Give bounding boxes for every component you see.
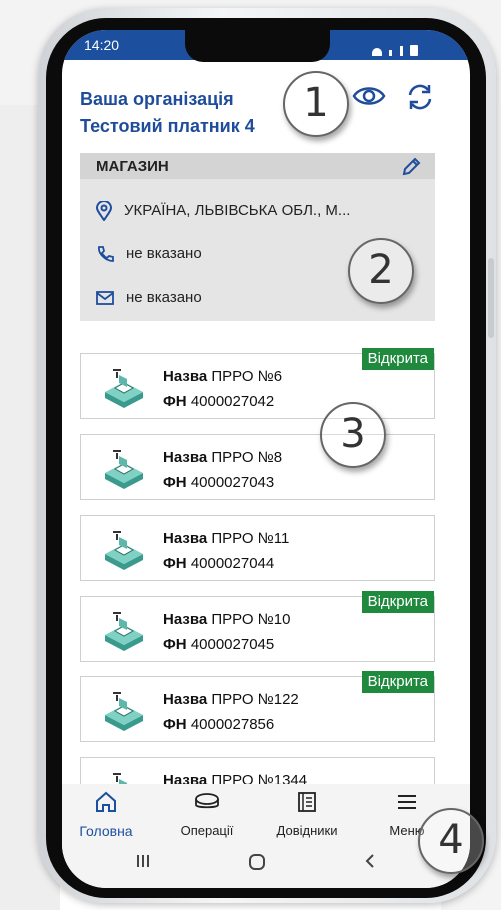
- signal-icon: [389, 50, 393, 56]
- refresh-icon[interactable]: [405, 82, 435, 112]
- register-fn-label: ФН: [163, 555, 187, 572]
- book-icon: [298, 792, 316, 812]
- register-name-label: Назва: [163, 368, 208, 385]
- system-navigation-bar: [62, 840, 470, 888]
- store-phone-row: не вказано: [96, 245, 202, 263]
- bottom-navigation: Головна Операції Довідники Меню: [62, 784, 470, 840]
- cash-register-icon: [105, 692, 143, 731]
- register-name: ПРРО №8: [211, 449, 283, 466]
- nav-directories-label: Довідники: [276, 823, 338, 838]
- register-name-line: Назва ПРРО №8: [163, 449, 282, 466]
- register-fn-line: ФН 4000027042: [163, 393, 274, 410]
- register-name-label: Назва: [163, 449, 208, 466]
- register-name: ПРРО №6: [211, 368, 283, 385]
- home-icon: [96, 791, 116, 812]
- cash-register-icon: [105, 369, 143, 408]
- register-name-label: Назва: [163, 611, 208, 628]
- menu-icon: [398, 795, 416, 809]
- camera-notch: [185, 30, 330, 62]
- phone-icon: [98, 246, 114, 262]
- battery-icon: [410, 45, 419, 56]
- eye-icon[interactable]: [352, 82, 386, 110]
- register-name-line: Назва ПРРО №11: [163, 530, 289, 547]
- store-phone: не вказано: [126, 245, 202, 262]
- register-fn-label: ФН: [163, 636, 187, 653]
- store-email: не вказано: [126, 289, 202, 306]
- cash-register-icon: [105, 450, 143, 489]
- register-fn-label: ФН: [163, 716, 187, 733]
- status-time: 14:20: [84, 37, 120, 53]
- nav-home[interactable]: Головна: [62, 790, 156, 839]
- status-bar: 14:20: [62, 30, 470, 62]
- status-icons: [372, 38, 432, 56]
- register-card[interactable]: Назва ПРРО №11 ФН 4000027044: [80, 515, 435, 581]
- cash-register-icon: [105, 612, 143, 651]
- register-name: ПРРО №10: [211, 611, 291, 628]
- register-name: ПРРО №122: [211, 691, 299, 708]
- organization-header: Ваша організація Тестовий платник 4: [80, 86, 255, 140]
- register-card[interactable]: Назва ПРРО №10 ФН 4000027045 Відкрита: [80, 591, 435, 662]
- store-address-row: УКРАЇНА, ЛЬВІВСЬКА ОБЛ., М...: [95, 200, 351, 222]
- register-fn: 4000027043: [190, 474, 275, 491]
- register-card[interactable]: Назва ПРРО №122 ФН 4000027856 Відкрита: [80, 671, 435, 742]
- cash-register-icon: [105, 531, 143, 570]
- register-status-badge: Відкрита: [361, 348, 434, 370]
- callout-marker: 1: [283, 71, 349, 137]
- register-fn-label: ФН: [163, 474, 187, 491]
- store-email-row: не вказано: [96, 289, 202, 306]
- mail-icon: [96, 291, 114, 305]
- recent-apps-icon[interactable]: [134, 852, 152, 870]
- app-screen: 14:20 Ваша організація Тестовий платник …: [62, 30, 470, 888]
- register-fn: 4000027856: [190, 716, 275, 733]
- register-name-line: Назва ПРРО №6: [163, 368, 282, 385]
- wifi-icon: [372, 48, 382, 56]
- register-fn-line: ФН 4000027044: [163, 555, 274, 572]
- register-fn-label: ФН: [163, 393, 187, 410]
- register-fn-line: ФН 4000027043: [163, 474, 274, 491]
- register-name-label: Назва: [163, 530, 208, 547]
- register-name-line: Назва ПРРО №10: [163, 611, 290, 628]
- nav-directories[interactable]: Довідники: [257, 790, 357, 838]
- callout-marker: 2: [348, 238, 414, 304]
- store-title: МАГАЗИН: [96, 158, 169, 175]
- nav-operations-label: Операції: [180, 823, 234, 838]
- back-icon[interactable]: [362, 852, 378, 870]
- callout-marker: 4: [418, 808, 484, 874]
- register-status-badge: Відкрита: [361, 591, 434, 613]
- register-fn: 4000027044: [190, 555, 275, 572]
- coin-stack-icon: [195, 793, 219, 809]
- pencil-icon[interactable]: [401, 157, 421, 177]
- register-fn-line: ФН 4000027856: [163, 716, 274, 733]
- register-name-line: Назва ПРРО №122: [163, 691, 299, 708]
- register-name: ПРРО №11: [211, 530, 290, 547]
- nav-operations[interactable]: Операції: [157, 790, 257, 838]
- nav-home-label: Головна: [79, 823, 133, 839]
- organization-label: Ваша організація: [80, 89, 234, 109]
- store-title-bar: МАГАЗИН: [80, 153, 435, 179]
- organization-name: Тестовий платник 4: [80, 116, 255, 136]
- signal-icon: [399, 46, 403, 56]
- register-card[interactable]: Назва ПРРО №6 ФН 4000027042 Відкрита: [80, 348, 435, 419]
- home-circle-icon[interactable]: [247, 852, 267, 872]
- callout-marker: 3: [320, 402, 386, 468]
- store-address: УКРАЇНА, ЛЬВІВСЬКА ОБЛ., М...: [124, 201, 351, 219]
- location-pin-icon: [95, 200, 113, 222]
- register-fn: 4000027042: [190, 393, 275, 410]
- register-name-label: Назва: [163, 691, 208, 708]
- register-fn-line: ФН 4000027045: [163, 636, 274, 653]
- register-fn: 4000027045: [190, 636, 275, 653]
- register-status-badge: Відкрита: [361, 671, 434, 693]
- phone-side-button: [488, 258, 494, 338]
